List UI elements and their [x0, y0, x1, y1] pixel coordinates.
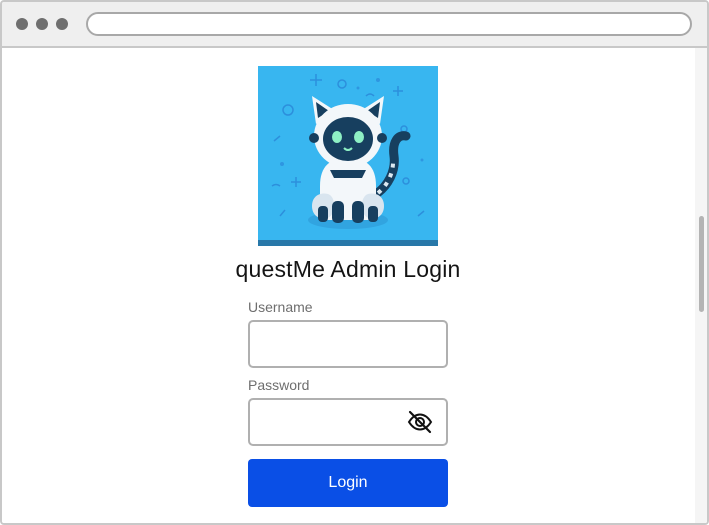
password-label: Password: [248, 377, 310, 393]
address-bar[interactable]: [86, 12, 692, 36]
page-viewport: questMe Admin Login Username Password Lo…: [2, 48, 707, 523]
eye-slash-icon-graphic: [407, 410, 433, 434]
browser-window: questMe Admin Login Username Password Lo…: [0, 0, 709, 525]
username-input[interactable]: [248, 320, 448, 368]
login-button[interactable]: Login: [248, 459, 448, 507]
window-minimize-dot[interactable]: [36, 18, 48, 30]
window-close-dot[interactable]: [16, 18, 28, 30]
eye-slash-icon[interactable]: [406, 408, 434, 436]
vertical-scrollbar[interactable]: [695, 48, 707, 523]
robot-cat-icon: [258, 66, 438, 246]
scrollbar-thumb[interactable]: [699, 216, 704, 312]
page-title: questMe Admin Login: [235, 256, 461, 282]
username-label: Username: [248, 299, 313, 315]
robot-cat-logo-image: [258, 66, 438, 246]
window-maximize-dot[interactable]: [56, 18, 68, 30]
browser-titlebar: [2, 2, 707, 48]
